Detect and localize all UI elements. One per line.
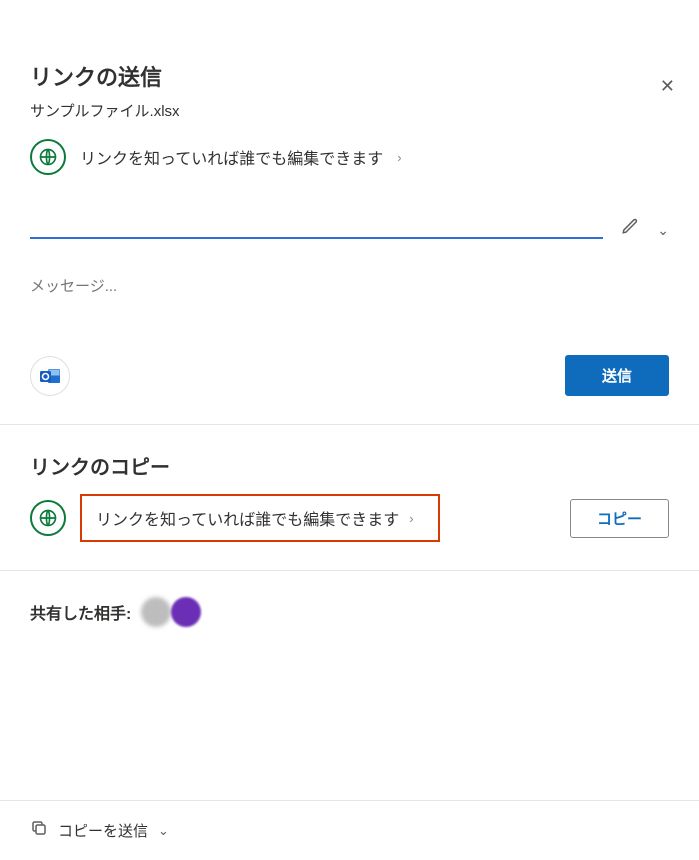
edit-permissions-button[interactable]	[617, 213, 643, 239]
chevron-down-icon: ⌄	[158, 823, 169, 839]
copy-send-icon	[30, 819, 48, 842]
close-button[interactable]: ✕	[660, 76, 675, 97]
avatar[interactable]	[141, 597, 171, 627]
chevron-right-icon: ›	[409, 511, 413, 526]
globe-icon	[30, 139, 66, 175]
permission-text: リンクを知っていれば誰でも編集できます	[80, 145, 383, 169]
chevron-right-icon: ›	[397, 150, 401, 165]
send-copy-row[interactable]: コピーを送信 ⌄	[0, 800, 699, 860]
copy-button[interactable]: コピー	[570, 499, 669, 538]
recipient-input[interactable]	[30, 203, 603, 239]
send-copy-label: コピーを送信	[58, 820, 148, 841]
outlook-icon	[30, 356, 70, 396]
permission-row[interactable]: リンクを知っていれば誰でも編集できます ›	[30, 139, 669, 175]
copy-link-title: リンクのコピー	[30, 451, 669, 480]
dialog-title: リンクの送信	[30, 60, 669, 92]
avatar[interactable]	[171, 597, 201, 627]
send-button[interactable]: 送信	[565, 355, 669, 396]
shared-with-label: 共有した相手:	[30, 600, 131, 624]
chevron-down-icon[interactable]: ⌄	[657, 222, 669, 239]
copy-permission-box[interactable]: リンクを知っていれば誰でも編集できます ›	[80, 494, 440, 542]
copy-permission-text: リンクを知っていれば誰でも編集できます	[96, 506, 399, 530]
filename-label: サンプルファイル.xlsx	[30, 100, 669, 121]
message-input[interactable]	[30, 261, 669, 311]
globe-icon	[30, 500, 66, 536]
